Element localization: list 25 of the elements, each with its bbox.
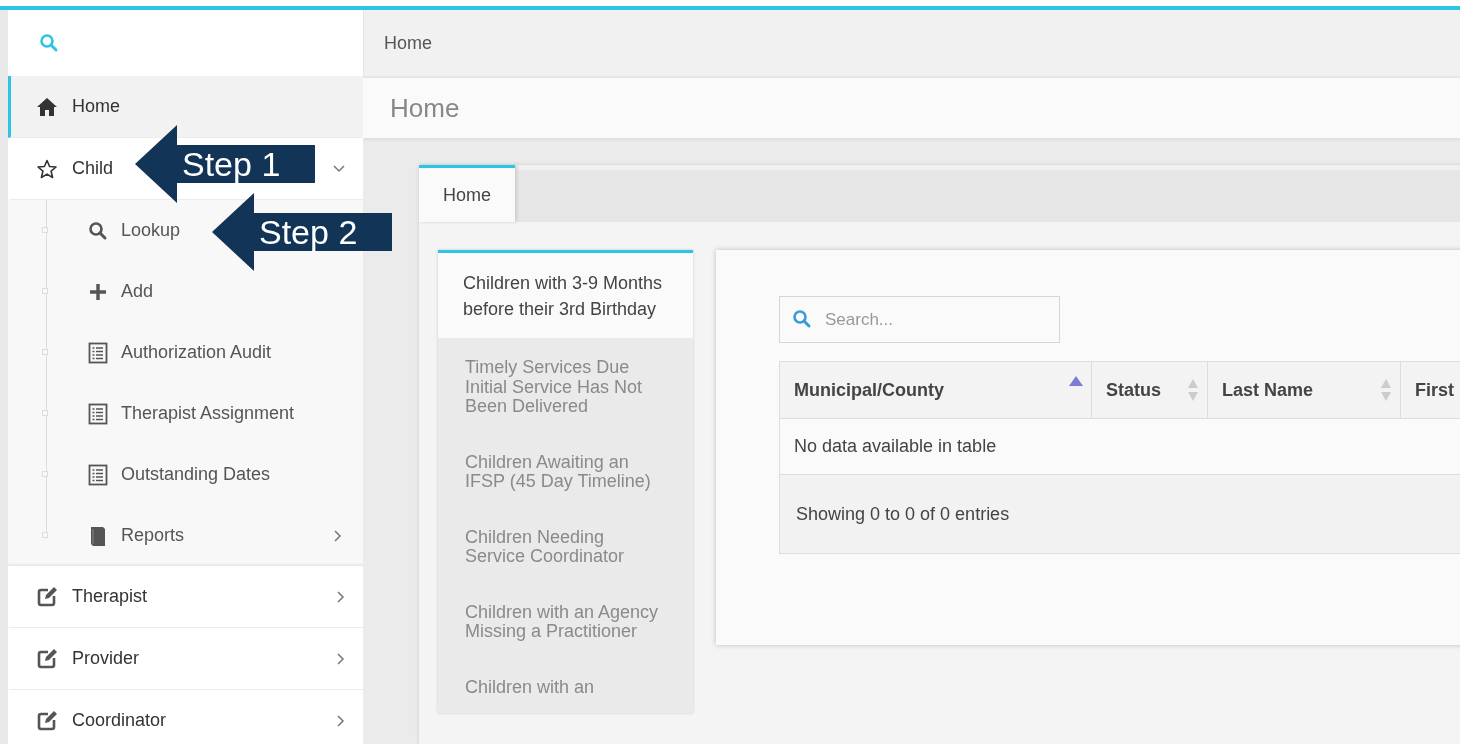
column-header[interactable]: First [1401, 362, 1460, 418]
home-icon [35, 96, 59, 117]
tab[interactable]: Home [419, 165, 515, 222]
list-icon [86, 463, 110, 486]
column-header[interactable]: Last Name [1208, 362, 1401, 418]
list-icon [86, 402, 110, 425]
column-header[interactable]: Municipal/County [780, 362, 1092, 418]
column-header[interactable]: Status [1092, 362, 1208, 418]
table-info: Showing 0 to 0 of 0 entries [780, 475, 1460, 553]
star-icon [35, 158, 59, 179]
search-icon[interactable] [39, 33, 59, 53]
report-list-item[interactable]: Children with 3-9 Months before their 3rd Birthday [438, 250, 693, 338]
edit-icon [35, 585, 59, 608]
search-field[interactable]: Search... [779, 296, 1060, 343]
sidebar-item[interactable]: Home [8, 76, 363, 138]
sidebar-subitem[interactable]: Reports [8, 505, 363, 566]
search-icon [792, 309, 812, 329]
list-icon [86, 341, 110, 364]
breadcrumb: Home [384, 32, 432, 54]
sidebar-subitem[interactable]: Therapist Assignment [8, 383, 363, 444]
sidebar-subitem[interactable]: Authorization Audit [8, 322, 363, 383]
edit-icon [35, 709, 59, 732]
edit-icon [35, 647, 59, 670]
sidebar-subitem[interactable]: Outstanding Dates [8, 444, 363, 505]
page-title: Home [390, 92, 460, 124]
